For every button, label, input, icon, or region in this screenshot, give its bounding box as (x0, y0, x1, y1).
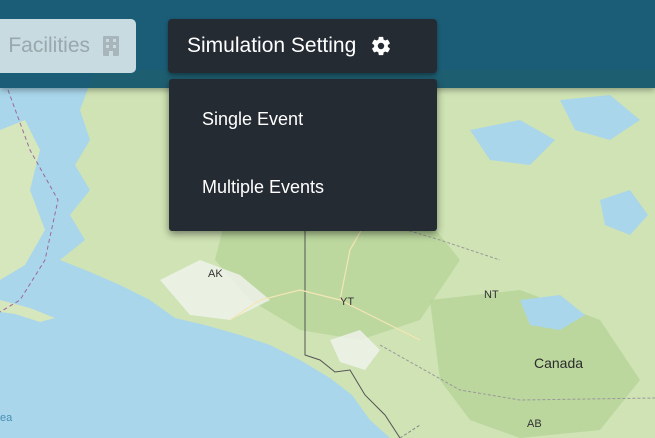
simulation-setting-button[interactable]: Simulation Setting (168, 19, 437, 73)
facilities-label: Facilities (8, 34, 90, 57)
menu-item-single-event[interactable]: Single Event (202, 109, 303, 130)
building-icon (103, 36, 119, 56)
map-label-canada: Canada (534, 355, 584, 371)
map-label-ak: AK (208, 268, 223, 280)
map-label-yt: YT (340, 296, 355, 308)
menu-item-multiple-events[interactable]: Multiple Events (202, 177, 324, 198)
map-label-ab: AB (527, 418, 542, 430)
facilities-button[interactable]: Facilities (0, 19, 136, 73)
gear-icon (372, 36, 391, 56)
map-label-sea: ea (0, 412, 13, 424)
simulation-setting-dropdown: Single Event Multiple Events (169, 79, 437, 231)
simulation-setting-label: Simulation Setting (187, 34, 357, 57)
map-label-nt: NT (484, 289, 499, 301)
